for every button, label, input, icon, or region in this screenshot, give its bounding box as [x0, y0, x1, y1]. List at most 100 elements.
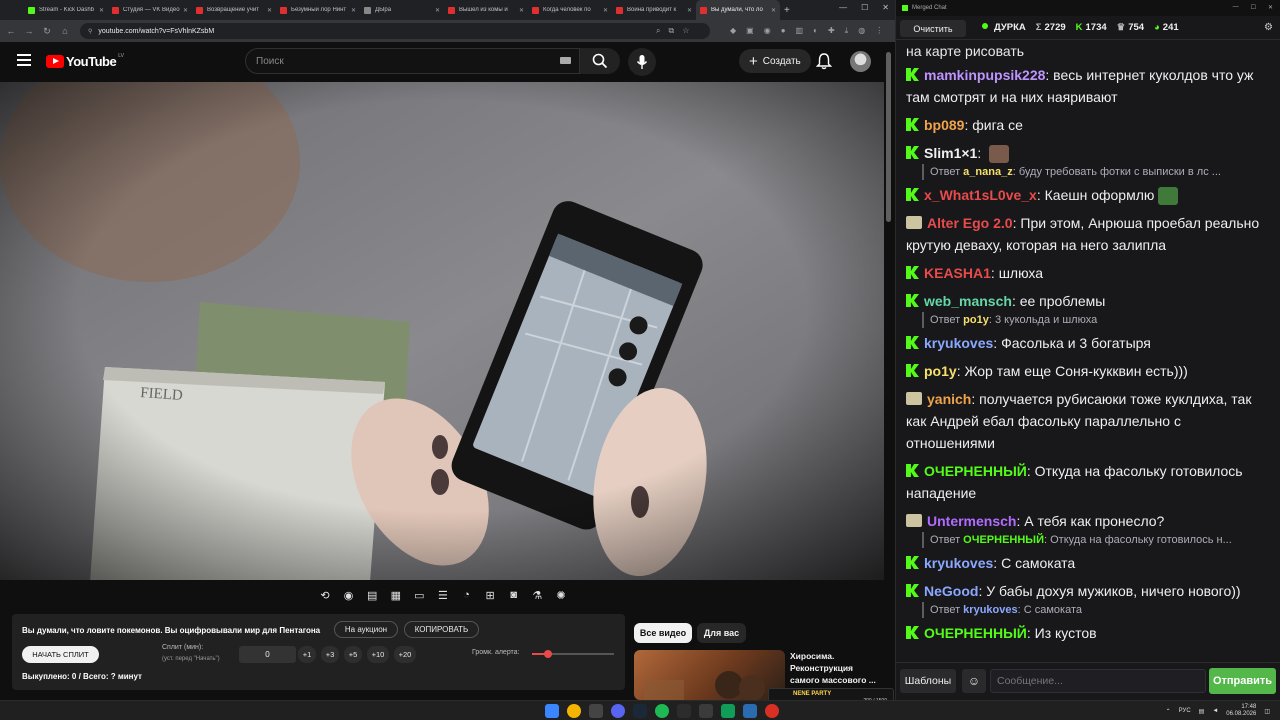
browser-tab[interactable]: Безумный лор Нинт ✕: [276, 0, 360, 20]
obs-icon[interactable]: [677, 704, 691, 718]
add-box-icon[interactable]: ⊞: [483, 589, 497, 602]
increment-button[interactable]: +5: [344, 646, 362, 663]
reply-username[interactable]: kryukoves: [963, 604, 1017, 616]
app-icon[interactable]: [721, 704, 735, 718]
reply-username[interactable]: po1y: [963, 314, 989, 326]
browser-tab[interactable]: Возвращение учит ✕: [192, 0, 276, 20]
maximize-icon[interactable]: ☐: [1251, 4, 1256, 11]
keyboard-icon[interactable]: [560, 57, 571, 64]
chat-username[interactable]: x_What1sL0ve_x: [924, 187, 1037, 203]
tab-close-icon[interactable]: ✕: [99, 7, 104, 14]
extension-icon[interactable]: ◉: [764, 26, 771, 36]
flask-icon[interactable]: ⚗: [530, 589, 544, 602]
split-minutes-input[interactable]: 0: [239, 646, 296, 663]
browser-tab[interactable]: Когда человек по ✕: [528, 0, 612, 20]
network-icon[interactable]: ▤: [1199, 708, 1205, 715]
browser-tab[interactable]: Студия — VK Видео ✕: [108, 0, 192, 20]
new-tab-icon[interactable]: +: [784, 5, 790, 16]
clapper-icon[interactable]: ▦: [389, 589, 403, 602]
browser-tab[interactable]: Stream - Kick Dashb ✕: [24, 0, 108, 20]
loop-icon[interactable]: ⟲: [318, 589, 332, 602]
app-icon[interactable]: [699, 704, 713, 718]
windows-start-icon[interactable]: [545, 704, 559, 718]
tab-close-icon[interactable]: ✕: [183, 7, 188, 14]
templates-button[interactable]: Шаблоны: [900, 669, 956, 693]
chat-username[interactable]: bp089: [924, 117, 964, 133]
recommended-title[interactable]: Хиросима. Реконструкция самого массового…: [790, 650, 882, 686]
minimize-icon[interactable]: —: [839, 3, 847, 12]
scrollbar-thumb[interactable]: [886, 52, 891, 222]
chat-username[interactable]: KEASHA1: [924, 265, 991, 281]
settings-icon[interactable]: ✺: [554, 589, 568, 602]
chat-username[interactable]: kryukoves: [924, 335, 993, 351]
search-button[interactable]: [580, 48, 620, 74]
reply-reference[interactable]: Ответ po1y: 3 кукольда и шлюха: [922, 312, 1262, 328]
chat-username[interactable]: ОЧЕРНЕННЫЙ: [924, 463, 1027, 479]
camera-icon[interactable]: ◙: [507, 589, 521, 601]
extension-icon[interactable]: ●: [781, 26, 786, 36]
tab-close-icon[interactable]: ✕: [687, 7, 692, 14]
tab-close-icon[interactable]: ✕: [435, 7, 440, 14]
reply-reference[interactable]: Ответ kryukoves: С самоката: [922, 602, 1262, 618]
volume-knob[interactable]: [544, 650, 553, 658]
site-info-icon[interactable]: ⚲: [88, 28, 92, 35]
puzzle-icon[interactable]: ✚: [828, 26, 835, 36]
minimize-icon[interactable]: —: [1233, 4, 1239, 11]
browser-tab[interactable]: Вышел из комы и ✕: [444, 0, 528, 20]
chat-username[interactable]: web_mansch: [924, 293, 1012, 309]
bookmark-star-icon[interactable]: ☆: [682, 26, 689, 36]
tab-close-icon[interactable]: ✕: [771, 7, 776, 14]
reply-username[interactable]: a_nana_z: [963, 166, 1013, 178]
chat-username[interactable]: mamkinpupsik228: [924, 67, 1045, 83]
notifications-button[interactable]: [815, 52, 833, 75]
language-indicator[interactable]: РУС: [1179, 708, 1191, 714]
app-icon[interactable]: [589, 704, 603, 718]
forward-icon[interactable]: →: [22, 26, 36, 36]
steam-icon[interactable]: [633, 704, 647, 718]
extension-icon[interactable]: ▣: [746, 26, 754, 36]
spotify-icon[interactable]: [655, 704, 669, 718]
voice-search-button[interactable]: [628, 48, 656, 76]
notifications-icon[interactable]: ◫: [1264, 708, 1270, 715]
app-icon[interactable]: [765, 704, 779, 718]
pip-icon[interactable]: ▭: [412, 589, 426, 602]
close-icon[interactable]: ✕: [882, 3, 889, 12]
increment-button[interactable]: +3: [321, 646, 339, 663]
home-icon[interactable]: ⌂: [58, 26, 72, 36]
back-icon[interactable]: ←: [4, 26, 18, 36]
emoji-icon[interactable]: ☺: [962, 669, 986, 693]
list-icon[interactable]: ☰: [436, 589, 450, 602]
chat-username[interactable]: Alter Ego 2.0: [927, 215, 1013, 231]
chat-username[interactable]: yanich: [927, 391, 971, 407]
increment-button[interactable]: +1: [298, 646, 316, 663]
copy-button[interactable]: КОПИРОВАТЬ: [404, 621, 479, 638]
browser-tab[interactable]: ДЫра ✕: [360, 0, 444, 20]
extension-icon[interactable]: ▥: [796, 26, 804, 36]
app-icon[interactable]: [743, 704, 757, 718]
volume-icon[interactable]: ◄: [1212, 708, 1218, 714]
increment-button[interactable]: +20: [394, 646, 416, 663]
chip-for-you[interactable]: Для вас: [697, 623, 746, 643]
start-split-button[interactable]: НАЧАТЬ СПЛИТ: [22, 646, 99, 663]
speed-icon[interactable]: ◔: [460, 589, 474, 601]
tab-close-icon[interactable]: ✕: [267, 7, 272, 14]
avatar[interactable]: [850, 51, 871, 72]
reload-icon[interactable]: ↻: [40, 26, 54, 37]
broadcast-icon[interactable]: ◉: [342, 589, 356, 602]
clock[interactable]: 17:48 06.08.2026: [1226, 704, 1256, 718]
close-icon[interactable]: ✕: [1268, 4, 1273, 11]
chat-messages[interactable]: на карте рисовать mamkinpupsik228: весь …: [896, 40, 1280, 662]
chat-username[interactable]: ОЧЕРНЕННЫЙ: [924, 625, 1027, 641]
chip-all-videos[interactable]: Все видео: [634, 623, 692, 643]
chat-username[interactable]: Slim1×1: [924, 145, 977, 161]
browser-tab[interactable]: Война приводит к ✕: [612, 0, 696, 20]
zoom-icon[interactable]: ⌕: [656, 26, 660, 36]
video-player[interactable]: FIELD: [0, 82, 884, 580]
gear-icon[interactable]: ⚙: [1264, 22, 1273, 33]
youtube-logo[interactable]: YouTube LV: [46, 53, 124, 69]
reply-reference[interactable]: Ответ ОЧЕРНЕННЫЙ: Откуда на фасольку гот…: [922, 532, 1262, 548]
profile-icon[interactable]: ◍: [858, 26, 865, 36]
tab-close-icon[interactable]: ✕: [519, 7, 524, 14]
download-icon[interactable]: ⤓: [845, 26, 849, 36]
message-input[interactable]: [990, 669, 1206, 693]
